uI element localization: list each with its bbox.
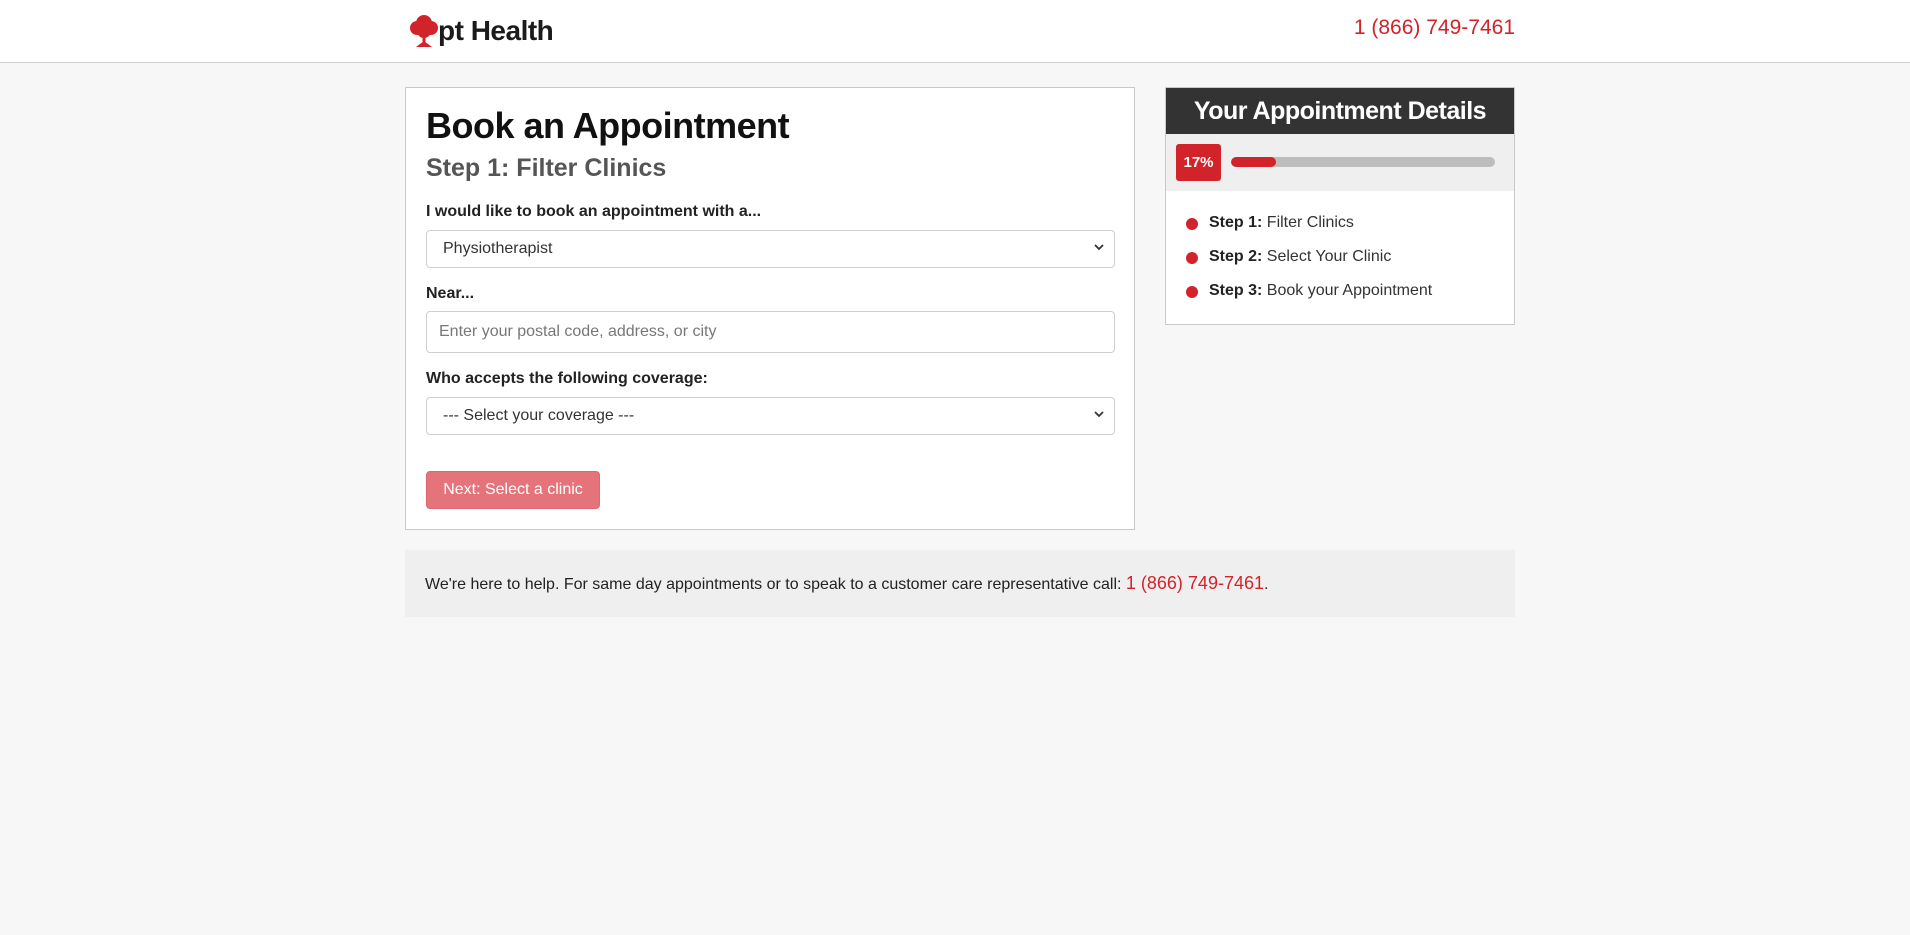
appointment-details-panel: Your Appointment Details 17% Step 1: Fil… bbox=[1165, 87, 1515, 325]
location-input[interactable] bbox=[426, 310, 1115, 353]
help-phone-link[interactable]: 1 (866) 749-7461 bbox=[1126, 573, 1264, 593]
help-text: We're here to help. For same day appoint… bbox=[425, 576, 1126, 593]
chevron-down-icon bbox=[1094, 243, 1104, 250]
progress-percent-badge: 17% bbox=[1176, 144, 1221, 181]
step-item-3: Step 3: Book your Appointment bbox=[1186, 281, 1514, 315]
dot-icon bbox=[1186, 252, 1198, 264]
brand-name: pt Health bbox=[438, 15, 554, 46]
details-title: Your Appointment Details bbox=[1166, 88, 1514, 134]
coverage-label: Who accepts the following coverage: bbox=[426, 369, 708, 387]
booking-form-card: Book an Appointment Step 1: Filter Clini… bbox=[405, 87, 1135, 530]
dot-icon bbox=[1186, 218, 1198, 230]
next-select-clinic-button[interactable]: Next: Select a clinic bbox=[426, 471, 600, 509]
step-label: Step 3: bbox=[1209, 282, 1263, 299]
brand-logo[interactable]: pt Health bbox=[408, 12, 554, 50]
coverage-select-value: --- Select your coverage --- bbox=[443, 406, 635, 424]
chevron-down-icon bbox=[1094, 410, 1104, 417]
tree-icon bbox=[410, 15, 438, 47]
step-text: Filter Clinics bbox=[1266, 214, 1354, 231]
progress-bar-fill bbox=[1231, 157, 1276, 167]
page-title: Book an Appointment bbox=[426, 105, 790, 146]
progress-row: 17% bbox=[1166, 134, 1514, 191]
step-label: Step 1: bbox=[1209, 214, 1263, 231]
near-label: Near... bbox=[426, 284, 475, 302]
help-suffix: . bbox=[1264, 576, 1269, 593]
step-label: Step 2: bbox=[1209, 248, 1263, 265]
provider-label: I would like to book an appointment with… bbox=[426, 202, 762, 220]
provider-select-value: Physiotherapist bbox=[443, 239, 553, 257]
top-bar: pt Health 1 (866) 749-7461 bbox=[0, 0, 1910, 63]
step-title: Step 1: Filter Clinics bbox=[426, 153, 667, 182]
help-banner: We're here to help. For same day appoint… bbox=[405, 550, 1515, 617]
dot-icon bbox=[1186, 286, 1198, 298]
step-text: Book your Appointment bbox=[1266, 282, 1433, 299]
provider-select[interactable]: Physiotherapist bbox=[426, 229, 1115, 268]
step-text: Select Your Clinic bbox=[1266, 248, 1392, 265]
progress-bar bbox=[1231, 157, 1495, 167]
step-list: Step 1: Filter Clinics Step 2: Select Yo… bbox=[1166, 191, 1514, 315]
step-item-2: Step 2: Select Your Clinic bbox=[1186, 247, 1514, 281]
step-item-1: Step 1: Filter Clinics bbox=[1186, 213, 1514, 247]
header-phone-link[interactable]: 1 (866) 749-7461 bbox=[1354, 16, 1515, 40]
coverage-select[interactable]: --- Select your coverage --- bbox=[426, 396, 1115, 435]
